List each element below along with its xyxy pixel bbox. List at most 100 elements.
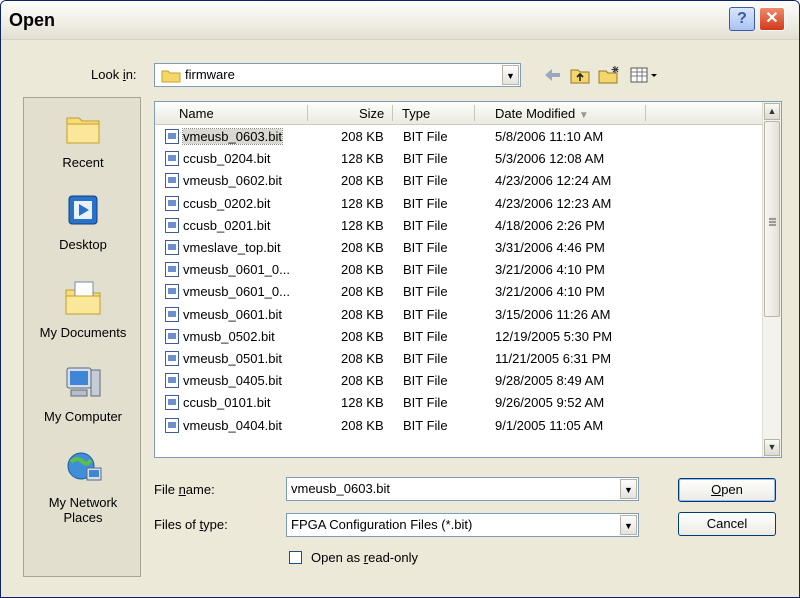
file-row[interactable]: ccusb_0201.bit 128 KB BIT File 4/18/2006 2:… bbox=[155, 215, 765, 237]
file-name-value: vmeusb_0603.bit bbox=[291, 481, 391, 496]
folder-icon bbox=[161, 70, 181, 83]
open-button-label: pen bbox=[721, 482, 743, 497]
file-name-cell: vmeusb_0501.bit bbox=[183, 351, 283, 366]
file-row[interactable]: vmeusb_0601.bit 208 KB BIT File 3/15/2006 1… bbox=[155, 304, 765, 326]
file-date-cell: 4/18/2006 2:26 PM bbox=[495, 217, 605, 233]
file-type-cell: BIT File bbox=[403, 417, 448, 433]
column-separator[interactable] bbox=[645, 105, 646, 121]
file-name-cell: ccusb_0204.bit bbox=[183, 151, 271, 167]
grip-icon: ▬ ▬ ▬ bbox=[769, 215, 776, 228]
vertical-scrollbar[interactable]: ▲ ▬ ▬ ▬ ▼ bbox=[762, 102, 781, 457]
file-type-cell: BIT File bbox=[403, 151, 448, 167]
back-arrow-icon[interactable] bbox=[541, 65, 563, 85]
file-name-cell: vmeusb_0602.bit bbox=[183, 173, 283, 189]
place-network[interactable]: My Network Places bbox=[24, 448, 142, 525]
bit-file-icon bbox=[165, 151, 179, 167]
file-size-cell: 208 KB bbox=[341, 351, 384, 366]
column-date-header[interactable]: Date Modified ▼ bbox=[495, 106, 589, 121]
place-desktop-label: Desktop bbox=[59, 237, 107, 252]
column-type-header[interactable]: Type bbox=[402, 106, 430, 121]
place-my-computer[interactable]: My Computer bbox=[24, 362, 142, 424]
place-network-label: My Network Places bbox=[48, 495, 118, 525]
column-separator[interactable] bbox=[307, 105, 308, 121]
file-row[interactable]: vmeusb_0404.bit 208 KB BIT File 9/1/2005 11… bbox=[155, 415, 765, 437]
scroll-up-button[interactable]: ▲ bbox=[764, 103, 780, 120]
file-name-cell: vmeusb_0405.bit bbox=[183, 373, 283, 389]
files-of-type-select[interactable]: FPGA Configuration Files (*.bit) ▼ bbox=[286, 513, 639, 537]
file-name-label-key: n bbox=[178, 482, 186, 497]
title-bar: Open ? ✕ bbox=[1, 1, 799, 40]
file-row[interactable]: ccusb_0204.bit 128 KB BIT File 5/3/2006 12:… bbox=[155, 148, 765, 170]
place-recent[interactable]: Recent bbox=[24, 108, 142, 170]
files-of-type-value: FPGA Configuration Files (*.bit) bbox=[291, 517, 473, 532]
open-dialog: Open ? ✕ Look in: firmware ▼ Recent Desk… bbox=[0, 0, 800, 598]
bit-file-icon bbox=[165, 395, 179, 411]
column-separator[interactable] bbox=[474, 105, 475, 121]
places-bar: Recent Desktop My Documents My Computer … bbox=[23, 97, 141, 577]
new-folder-icon[interactable] bbox=[597, 65, 621, 85]
network-places-icon bbox=[67, 452, 102, 481]
file-date-cell: 4/23/2006 12:23 AM bbox=[495, 195, 612, 211]
file-type-cell: BIT File bbox=[403, 306, 448, 322]
file-size-cell: 208 KB bbox=[341, 373, 384, 389]
file-name-label-pre: File bbox=[154, 482, 179, 497]
file-name-cell: ccusb_0201.bit bbox=[183, 217, 271, 233]
file-date-cell: 3/31/2006 4:46 PM bbox=[495, 240, 605, 255]
read-only-label[interactable]: Open as read-only bbox=[311, 550, 418, 565]
file-type-cell: BIT File bbox=[403, 173, 448, 189]
column-name-header[interactable]: Name bbox=[179, 106, 214, 121]
file-row[interactable]: vmeusb_0602.bit 208 KB BIT File 4/23/2006 1… bbox=[155, 170, 765, 192]
file-date-cell: 5/8/2006 11:10 AM bbox=[495, 129, 604, 144]
cancel-button[interactable]: Cancel bbox=[678, 512, 776, 536]
chevron-down-icon[interactable]: ▼ bbox=[620, 515, 637, 535]
views-menu-icon[interactable] bbox=[629, 65, 659, 85]
read-only-checkbox[interactable] bbox=[289, 551, 302, 564]
file-date-cell: 3/21/2006 4:10 PM bbox=[495, 284, 605, 300]
file-size-cell: 128 KB bbox=[341, 395, 384, 411]
close-button[interactable]: ✕ bbox=[759, 7, 785, 31]
file-row[interactable]: ccusb_0202.bit 128 KB BIT File 4/23/2006 12… bbox=[155, 193, 765, 215]
file-date-cell: 4/23/2006 12:24 AM bbox=[495, 173, 612, 189]
chevron-down-icon[interactable]: ▼ bbox=[620, 479, 637, 499]
file-size-cell: 128 KB bbox=[341, 151, 384, 167]
file-name-input[interactable]: vmeusb_0603.bit ▼ bbox=[286, 477, 639, 501]
help-button[interactable]: ? bbox=[729, 7, 755, 31]
chevron-down-icon[interactable]: ▼ bbox=[502, 65, 519, 85]
scroll-thumb[interactable]: ▬ ▬ ▬ bbox=[764, 121, 780, 317]
file-row[interactable]: ccusb_0101.bit 128 KB BIT File 9/26/2005 9:… bbox=[155, 392, 765, 414]
bit-file-icon bbox=[165, 195, 179, 211]
file-row[interactable]: vmeusb_0603.bit 208 KB BIT File 5/8/2006 11… bbox=[155, 126, 765, 148]
file-row[interactable]: vmeusb_0405.bit 208 KB BIT File 9/28/2005 8… bbox=[155, 370, 765, 392]
file-row[interactable]: vmeslave_top.bit 208 KB BIT File 3/31/2006 … bbox=[155, 237, 765, 259]
column-size-header[interactable]: Size bbox=[359, 106, 384, 121]
bit-file-icon bbox=[165, 284, 179, 300]
file-name-cell: vmeusb_0603.bit bbox=[181, 128, 284, 145]
bit-file-icon bbox=[165, 306, 179, 322]
column-separator[interactable] bbox=[392, 105, 393, 121]
file-date-cell: 9/28/2005 8:49 AM bbox=[495, 373, 605, 389]
column-date-label: Date Modified bbox=[495, 106, 576, 121]
place-my-documents[interactable]: My Documents bbox=[24, 278, 142, 340]
look-in-combo[interactable]: firmware ▼ bbox=[154, 63, 521, 87]
place-desktop[interactable]: Desktop bbox=[24, 190, 142, 252]
file-list[interactable]: Name Size Type Date Modified ▼ vmeusb_06… bbox=[154, 101, 782, 458]
file-size-cell: 208 KB bbox=[341, 284, 384, 300]
file-name-cell: vmeusb_0601_0... bbox=[183, 284, 290, 300]
place-my-computer-label: My Computer bbox=[43, 409, 123, 424]
file-row[interactable]: vmusb_0502.bit 208 KB BIT File 12/19/2005 5… bbox=[155, 326, 765, 348]
dialog-title: Open bbox=[9, 10, 56, 30]
sort-arrow-icon: ▼ bbox=[578, 110, 589, 121]
file-row[interactable]: vmeusb_0601_0... 208 KB BIT File 3/21/2006 … bbox=[155, 281, 765, 303]
scroll-down-button[interactable]: ▼ bbox=[764, 439, 780, 456]
file-row[interactable]: vmeusb_0601_0... 208 KB BIT File 3/21/2006 … bbox=[155, 259, 765, 281]
open-button[interactable]: Open bbox=[678, 478, 776, 502]
bit-file-icon bbox=[165, 351, 179, 366]
file-size-cell: 208 KB bbox=[341, 262, 384, 278]
file-size-cell: 208 KB bbox=[341, 129, 384, 144]
open-button-key: O bbox=[711, 482, 722, 497]
place-recent-label: Recent bbox=[62, 155, 104, 170]
my-computer-icon bbox=[66, 367, 101, 397]
up-folder-icon[interactable] bbox=[569, 65, 591, 85]
file-row[interactable]: vmeusb_0501.bit 208 KB BIT File 11/21/2005 … bbox=[155, 348, 765, 370]
file-name-cell: vmeusb_0601_0... bbox=[183, 262, 290, 278]
